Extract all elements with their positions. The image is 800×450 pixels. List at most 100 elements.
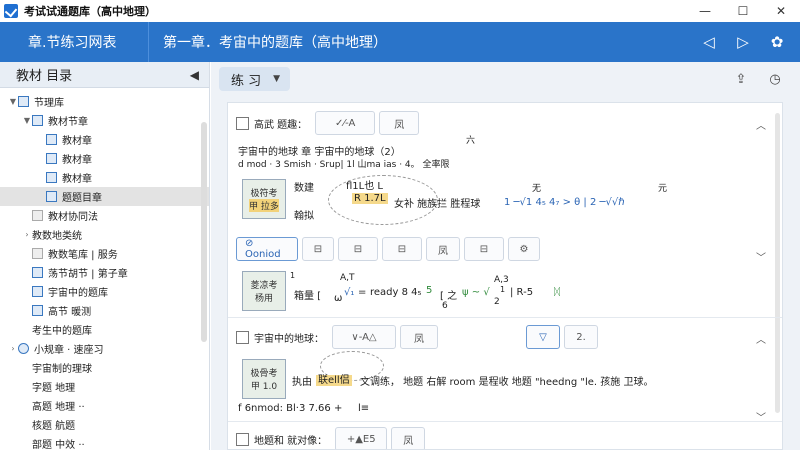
thumb-text: 杨用	[254, 294, 273, 304]
question-checkbox[interactable]	[236, 116, 249, 130]
tree-item[interactable]: 教数笔库 | 服务	[0, 244, 209, 263]
expression-text: ᛞ	[554, 287, 560, 298]
round-icon	[18, 343, 29, 354]
expression-superscript: A,T	[340, 273, 355, 283]
maximize-button[interactable]: ☐	[724, 0, 762, 22]
export-icon[interactable]: ⇪	[724, 66, 758, 92]
tree-item[interactable]: 教材章	[0, 130, 209, 149]
tree-item[interactable]: 考生中的题库	[0, 320, 209, 339]
history-icon[interactable]: ◷	[758, 66, 792, 92]
question-thumbnail: 极骨考 甲 1.0	[242, 359, 286, 399]
tree-item-label: 教材章	[62, 174, 92, 185]
expression-text: =	[358, 287, 367, 298]
book-icon	[18, 96, 29, 107]
filter-chip[interactable]: ∨-A△	[332, 325, 396, 349]
minimize-button[interactable]: —	[686, 0, 724, 22]
tree-item[interactable]: 题题目章	[0, 187, 209, 206]
tree-item[interactable]: ▼ 节理库	[0, 92, 209, 111]
paw-icon[interactable]: ✿	[760, 26, 794, 58]
chevron-right-icon[interactable]: ›	[22, 230, 32, 239]
previous-icon[interactable]: ◁	[692, 26, 726, 58]
section-title: 章.节练习网表	[28, 35, 117, 51]
tree-item[interactable]: 教材协同法	[0, 206, 209, 225]
settings-icon[interactable]: ⚙	[508, 237, 540, 261]
tool-button[interactable]: ⊟	[338, 237, 378, 261]
chapter-tree: ▼ 节理库 ▼ 教材节章 教材章 教材章 教材章 题题目章 教材协同法 › 教数地类统 教数笔库 | …	[0, 88, 209, 450]
sidebar: 教材 目录 ◀ ▼ 节理库 ▼ 教材节章 教材章 教材章 教材章 题题目章 教材协同法 › 教数地类…	[0, 62, 210, 450]
content-scrollbar[interactable]	[775, 113, 780, 413]
tree-item[interactable]: 宇宙制的理球	[0, 358, 209, 377]
tree-item[interactable]: 部题 中效 ··	[0, 434, 209, 450]
filter-chip[interactable]: 凤	[400, 325, 438, 349]
doc-icon	[46, 191, 57, 202]
expression-text: ready 8 4₅	[370, 287, 422, 298]
collapse-icon[interactable]: ◀	[190, 68, 199, 82]
chevron-down-icon[interactable]: ▼	[8, 97, 18, 106]
filter-chip[interactable]: 凤	[391, 427, 426, 449]
question-meta: d mod · 3 Smish · Srup| 1l 山ma ias · 4。 …	[238, 160, 450, 170]
expression-superscript: 元	[658, 184, 668, 194]
tree-item[interactable]: 教材章	[0, 149, 209, 168]
tree-item[interactable]: 高题 地理 ··	[0, 396, 209, 415]
ink-tool-button[interactable]: ⊘ Ooniod	[236, 237, 298, 261]
tree-item-label: 高节 暖测	[48, 307, 92, 318]
doc-icon	[32, 305, 43, 316]
tree-item-label: 教材节章	[48, 117, 88, 128]
header-nav: ◁ ▷ ✿	[692, 26, 794, 58]
tool-button[interactable]: 凤	[426, 237, 460, 261]
tree-item[interactable]: › 教数地类统	[0, 225, 209, 244]
formula-mark: l≡	[358, 403, 370, 414]
next-icon[interactable]: ▷	[726, 26, 760, 58]
collapse-icon[interactable]: ︿	[756, 331, 766, 346]
question-label: 高武 题趣：	[254, 119, 308, 131]
filter-chip[interactable]: 凤	[379, 111, 420, 135]
chevron-right-icon[interactable]: ›	[8, 344, 18, 353]
doc-icon	[46, 134, 57, 145]
expression-superscript: A,3	[494, 275, 509, 285]
tool-button[interactable]: ⊟	[464, 237, 504, 261]
tool-button[interactable]: ⊟	[302, 237, 334, 261]
tree-item-label: 核题 航题	[32, 421, 76, 432]
filter-chip[interactable]: ✓⁄-A	[315, 111, 376, 135]
window-title: 考试试通题库（高中地理）	[24, 5, 156, 18]
expression-text: √₁	[344, 287, 355, 298]
tree-item-label: 宇宙中的题库	[48, 288, 108, 299]
tree-item[interactable]: 宇宙中的题库	[0, 282, 209, 301]
doc-icon	[32, 267, 43, 278]
tool-button[interactable]: 2.	[564, 325, 598, 349]
tree-item[interactable]: 核题 航题	[0, 415, 209, 434]
question-label: 地题和 就对像：	[254, 435, 328, 447]
close-button[interactable]: ✕	[762, 0, 800, 22]
answer-label: 翰拟	[294, 211, 314, 222]
question-thumbnail: 菱凉考 杨用	[242, 271, 286, 311]
tree-item[interactable]: 教材章	[0, 168, 209, 187]
chevron-down-icon[interactable]: ▼	[22, 116, 32, 125]
filter-icon[interactable]: ▽	[526, 325, 560, 349]
question-thumbnail: 极符考 甲 拉多	[242, 179, 286, 219]
thumb-text: 极符考	[250, 189, 278, 199]
question-checkbox[interactable]	[236, 330, 249, 344]
divider	[228, 421, 782, 422]
question-checkbox[interactable]	[236, 432, 249, 446]
main-toolbar: 练 习 ▼ ⇪ ◷	[211, 62, 800, 96]
expression-text: ψ ~ √	[462, 287, 490, 298]
practice-dropdown[interactable]: 练 习 ▼	[219, 67, 291, 91]
filter-chip[interactable]: +▲E5	[335, 427, 388, 449]
collapse-icon[interactable]: ︿	[756, 117, 766, 132]
tree-item[interactable]: 荡节胡节 | 第子章	[0, 263, 209, 282]
tree-item[interactable]: ▼ 教材节章	[0, 111, 209, 130]
divider	[228, 317, 782, 318]
tree-item[interactable]: › 小规章 · 速座习	[0, 339, 209, 358]
chevron-down-icon: ▼	[273, 74, 281, 84]
expand-icon[interactable]: ﹀	[756, 249, 766, 264]
tree-item[interactable]: 字题 地理	[0, 377, 209, 396]
tree-item[interactable]: 高节 暖测	[0, 301, 209, 320]
practice-label: 练 习	[231, 73, 262, 89]
gray-icon	[32, 210, 43, 221]
main-panel: 练 习 ▼ ⇪ ◷ 高武 题趣： ✓⁄-A 凤 ︿ 宇宙中的地球 章 宇宙中的地…	[211, 62, 800, 450]
tool-button[interactable]: ⊟	[382, 237, 422, 261]
sidebar-scrollbar[interactable]	[201, 122, 207, 342]
gray-icon	[32, 248, 43, 259]
tree-item-label: 教材协同法	[48, 212, 98, 223]
highlighted-term: R 1.7L	[352, 193, 388, 204]
